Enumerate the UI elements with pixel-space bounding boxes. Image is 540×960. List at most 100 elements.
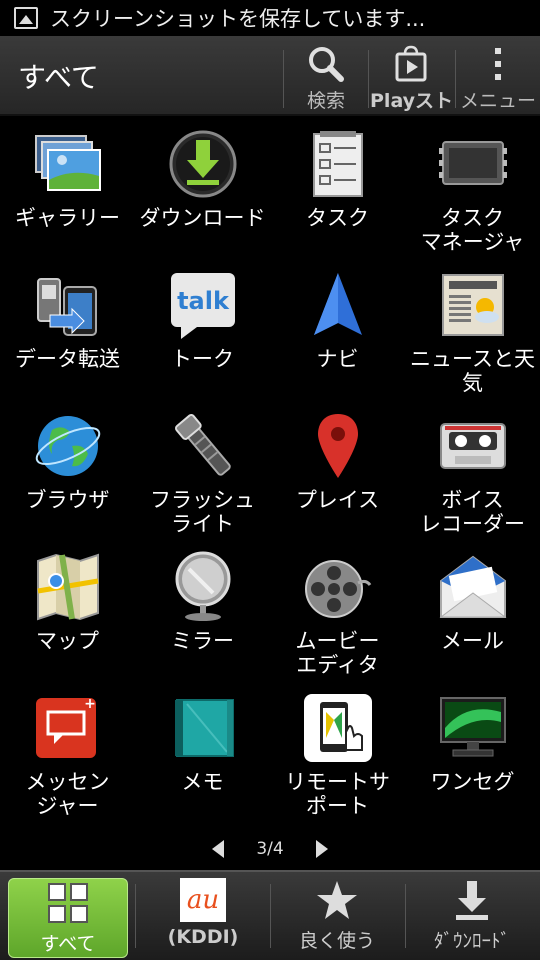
app-remote-support[interactable]: リモートサ ポート — [270, 682, 405, 823]
mirror-icon — [167, 551, 239, 623]
status-bar: スクリーンショットを保存しています... — [0, 0, 540, 36]
tab-all-label: すべて — [40, 933, 96, 955]
app-news-weather[interactable]: ニュースと天 気 — [405, 259, 540, 400]
star-icon — [317, 881, 357, 919]
remote-support-icon — [302, 692, 374, 764]
app-label: ニュースと天 気 — [410, 347, 535, 395]
next-page-button[interactable] — [312, 839, 332, 859]
menu-label: メニュー — [459, 90, 536, 112]
app-label: データ転送 — [15, 347, 120, 371]
task-icon — [302, 128, 374, 200]
page-title: すべて — [18, 61, 99, 94]
app-task-manager[interactable]: タスク マネージャ — [405, 118, 540, 259]
action-bar: すべて 検索 Playスト メニュー — [0, 36, 540, 116]
app-label: タスク — [306, 206, 369, 230]
app-task[interactable]: タスク — [270, 118, 405, 259]
app-label: リモートサ ポート — [285, 770, 390, 818]
bottom-tab-bar: すべて au (KDDI) 良く使う ﾀﾞｳﾝﾛｰﾄﾞ — [0, 870, 540, 960]
svg-text:+: + — [84, 696, 96, 712]
app-label: ムービー エディタ — [295, 629, 380, 677]
app-browser[interactable]: ブラウザ — [0, 400, 135, 541]
app-label: ダウンロード — [139, 206, 266, 230]
app-navigation[interactable]: ナビ — [270, 259, 405, 400]
talk-icon: talk — [167, 269, 239, 341]
page-number: 3/4 — [256, 839, 284, 859]
play-store-label: Playスト — [370, 90, 452, 112]
tv-icon — [437, 692, 509, 764]
messenger-icon: + — [32, 692, 104, 764]
tab-download-label: ﾀﾞｳﾝﾛｰﾄﾞ — [433, 930, 510, 952]
page-indicator: 3/4 — [0, 834, 540, 864]
app-data-transfer[interactable]: データ転送 — [0, 259, 135, 400]
play-store-bag-icon — [395, 45, 427, 82]
cassette-recorder-icon — [437, 410, 509, 482]
app-memo[interactable]: メモ — [135, 682, 270, 823]
search-label: 検索 — [306, 90, 345, 112]
chevron-right-icon — [315, 840, 328, 858]
menu-button[interactable]: メニュー — [456, 44, 540, 114]
news-weather-icon — [437, 269, 509, 341]
flashlight-icon — [167, 410, 239, 482]
mail-envelope-icon — [437, 551, 509, 623]
app-label: ミラー — [171, 629, 234, 653]
task-manager-icon — [437, 128, 509, 200]
app-label: メモ — [181, 770, 224, 794]
app-label: ギャラリー — [15, 206, 120, 230]
app-download[interactable]: ダウンロード — [135, 118, 270, 259]
app-label: タスク マネージャ — [420, 206, 525, 254]
app-label: メール — [441, 629, 504, 653]
app-label: ボイス レコーダー — [420, 488, 525, 536]
app-mirror[interactable]: ミラー — [135, 541, 270, 682]
previous-page-button[interactable] — [208, 839, 228, 859]
search-icon — [309, 47, 344, 82]
app-talk[interactable]: talk トーク — [135, 259, 270, 400]
app-gallery[interactable]: ギャラリー — [0, 118, 135, 259]
tab-favorites-label: 良く使う — [298, 930, 375, 952]
au-logo-text: au — [186, 885, 220, 915]
app-label: メッセン ジャー — [25, 770, 110, 818]
browser-globe-icon — [32, 410, 104, 482]
app-label: フラッシュ ライト — [150, 488, 255, 536]
tab-kddi[interactable]: au (KDDI) — [138, 878, 268, 958]
app-places[interactable]: プレイス — [270, 400, 405, 541]
tab-download[interactable]: ﾀﾞｳﾝﾛｰﾄﾞ — [407, 878, 537, 958]
data-transfer-icon — [32, 269, 104, 341]
tab-favorites[interactable]: 良く使う — [272, 878, 402, 958]
maps-icon — [32, 551, 104, 623]
app-one-seg-tv[interactable]: ワンセグ — [405, 682, 540, 823]
screenshot-image-icon — [14, 7, 38, 29]
download-arrow-icon — [456, 881, 488, 920]
app-label: ナビ — [316, 347, 359, 371]
au-logo: au — [180, 878, 226, 922]
app-voice-recorder[interactable]: ボイス レコーダー — [405, 400, 540, 541]
notebook-icon — [167, 692, 239, 764]
chevron-left-icon — [212, 840, 225, 858]
navigation-icon — [302, 269, 374, 341]
divider — [405, 884, 406, 948]
app-flashlight[interactable]: フラッシュ ライト — [135, 400, 270, 541]
app-mail[interactable]: メール — [405, 541, 540, 682]
app-label: トーク — [171, 347, 234, 371]
app-label: マップ — [36, 629, 99, 653]
divider — [135, 884, 136, 948]
divider — [283, 50, 284, 108]
places-pin-icon — [302, 410, 374, 482]
play-store-button[interactable]: Playスト — [370, 44, 452, 114]
app-movie-editor[interactable]: ムービー エディタ — [270, 541, 405, 682]
divider — [368, 50, 369, 108]
grid-icon — [48, 883, 88, 923]
tab-kddi-label: (KDDI) — [167, 926, 239, 948]
tab-all[interactable]: すべて — [8, 878, 128, 958]
app-grid: ギャラリー ダウンロード タスク タスク マネージャ データ転送 talk トー… — [0, 118, 540, 830]
overflow-menu-icon — [495, 48, 501, 80]
status-notification-text: スクリーンショットを保存しています... — [50, 7, 426, 31]
app-label: ワンセグ — [430, 770, 515, 794]
app-label: プレイス — [295, 488, 380, 512]
app-label: ブラウザ — [25, 488, 110, 512]
app-messenger[interactable]: + メッセン ジャー — [0, 682, 135, 823]
app-maps[interactable]: マップ — [0, 541, 135, 682]
download-icon — [167, 128, 239, 200]
search-button[interactable]: 検索 — [290, 44, 362, 114]
film-reel-icon — [302, 551, 374, 623]
gallery-icon — [32, 128, 104, 200]
